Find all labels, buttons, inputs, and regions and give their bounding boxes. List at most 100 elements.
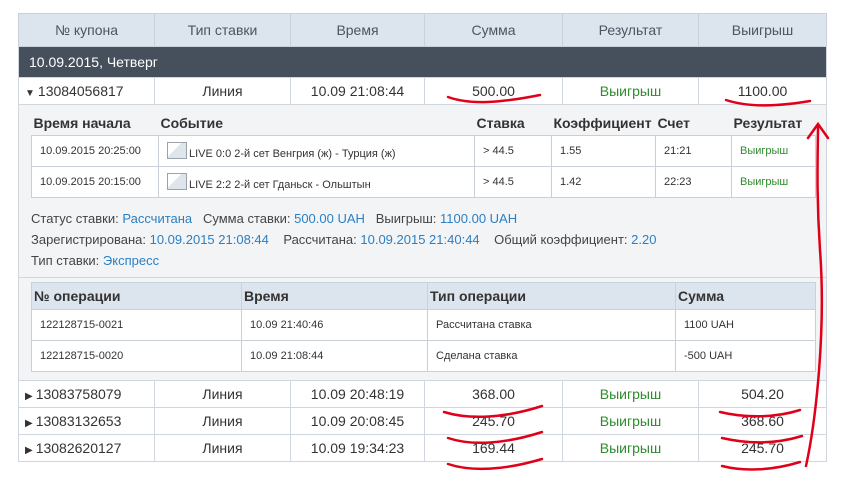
event-score: 21:21 bbox=[655, 135, 732, 167]
events-table: Время начала Событие Ставка Коэффициент … bbox=[31, 111, 816, 198]
ops-header-row: № операции Время Тип операции Сумма bbox=[31, 282, 816, 310]
date-label: 10.09.2015, Четверг bbox=[18, 46, 827, 78]
operation-id: 122128715-0020 bbox=[31, 340, 242, 372]
type-cell: Линия bbox=[154, 407, 291, 435]
coupon-detail: Время начала Событие Ставка Коэффициент … bbox=[18, 104, 827, 381]
win-cell: 368.60 bbox=[698, 407, 827, 435]
coupon-cell[interactable]: ▶ 13083132653 bbox=[18, 407, 155, 435]
ops-col-time: Время bbox=[241, 282, 428, 310]
events-col-result: Результат bbox=[733, 115, 803, 131]
table-row[interactable]: ▶ 13083758079 Линия 10.09 20:48:19 368.00… bbox=[18, 380, 827, 408]
coupon-detail-row: Время начала Событие Ставка Коэффициент … bbox=[18, 104, 827, 381]
operation-type: Сделана ставка bbox=[427, 340, 676, 372]
caret-right-icon[interactable]: ▶ bbox=[25, 418, 33, 429]
coupon-cell[interactable]: ▶ 13082620127 bbox=[18, 434, 155, 462]
calculated-value: 10.09.2015 21:40:44 bbox=[360, 232, 480, 247]
event-score: 22:23 bbox=[655, 166, 732, 198]
result-cell: Выигрыш bbox=[562, 77, 699, 105]
events-col-score: Счет bbox=[657, 115, 691, 131]
result-cell: Выигрыш bbox=[562, 434, 699, 462]
coupon-number: 13083132653 bbox=[35, 413, 122, 429]
operation-time: 10.09 21:08:44 bbox=[241, 340, 428, 372]
sum-cell: 245.70 bbox=[424, 407, 563, 435]
stake-label: Сумма ставки: bbox=[203, 211, 291, 226]
events-header-row: Время начала Событие Ставка Коэффициент … bbox=[32, 111, 816, 136]
operation-row: 122128715-0021 10.09 21:40:46 Рассчитана… bbox=[31, 309, 816, 341]
stake-value: 500.00 UAH bbox=[294, 211, 365, 226]
operation-row: 122128715-0020 10.09 21:08:44 Сделана ст… bbox=[31, 340, 816, 372]
bet-info-line-3: Тип ставки: Экспресс bbox=[31, 250, 814, 271]
status-label: Статус ставки: bbox=[31, 211, 119, 226]
sum-cell: 500.00 bbox=[424, 77, 563, 105]
time-cell: 10.09 19:34:23 bbox=[290, 434, 425, 462]
operation-sum: -500 UAH bbox=[675, 340, 816, 372]
divider bbox=[19, 277, 826, 278]
time-cell: 10.09 20:08:45 bbox=[290, 407, 425, 435]
caret-right-icon[interactable]: ▶ bbox=[25, 445, 33, 456]
calculated-label: Рассчитана: bbox=[283, 232, 357, 247]
result-cell: Выигрыш bbox=[562, 380, 699, 408]
table-row[interactable]: ▶ 13083132653 Линия 10.09 20:08:45 245.70… bbox=[18, 407, 827, 435]
events-col-event: Событие bbox=[160, 115, 224, 131]
sum-cell: 368.00 bbox=[424, 380, 563, 408]
event-stake: > 44.5 bbox=[474, 135, 552, 167]
event-result: Выигрыш bbox=[731, 166, 816, 198]
bets-table: № купона Тип ставки Время Сумма Результа… bbox=[18, 13, 827, 462]
coupon-cell[interactable]: ▼ 13084056817 bbox=[18, 77, 155, 105]
bet-info-line-1: Статус ставки: Рассчитана Сумма ставки: … bbox=[31, 208, 814, 229]
ops-col-id: № операции bbox=[31, 282, 242, 310]
date-group-row: 10.09.2015, Четверг bbox=[18, 46, 827, 78]
event-start: 10.09.2015 20:15:00 bbox=[31, 166, 159, 198]
events-col-stake: Ставка bbox=[476, 115, 525, 131]
caret-right-icon[interactable]: ▶ bbox=[25, 391, 33, 402]
ops-col-type: Тип операции bbox=[427, 282, 676, 310]
col-coupon-header[interactable]: № купона bbox=[18, 13, 155, 47]
table-row[interactable]: ▶ 13082620127 Линия 10.09 19:34:23 169.44… bbox=[18, 434, 827, 462]
total-coef-label: Общий коэффициент: bbox=[494, 232, 628, 247]
event-name-cell: LIVE 2:2 2-й сет Гданьск - Ольштын bbox=[158, 166, 475, 198]
event-name-cell: LIVE 0:0 2-й сет Венгрия (ж) - Турция (ж… bbox=[158, 135, 475, 167]
coupon-cell[interactable]: ▶ 13083758079 bbox=[18, 380, 155, 408]
time-cell: 10.09 21:08:44 bbox=[290, 77, 425, 105]
table-header-row: № купона Тип ставки Время Сумма Результа… bbox=[18, 13, 827, 47]
ops-col-sum: Сумма bbox=[675, 282, 816, 310]
event-result: Выигрыш bbox=[731, 135, 816, 167]
type-cell: Линия bbox=[154, 380, 291, 408]
type-cell: Линия bbox=[154, 434, 291, 462]
operation-sum: 1100 UAH bbox=[675, 309, 816, 341]
win-cell: 1100.00 bbox=[698, 77, 827, 105]
underline-mark bbox=[720, 460, 802, 471]
registered-value: 10.09.2015 21:08:44 bbox=[149, 232, 269, 247]
operation-type: Рассчитана ставка bbox=[427, 309, 676, 341]
event-name: LIVE 2:2 2-й сет Гданьск - Ольштын bbox=[189, 179, 371, 191]
events-col-coef: Коэффициент bbox=[553, 115, 652, 131]
col-time-header[interactable]: Время bbox=[290, 13, 425, 47]
coupon-number: 13084056817 bbox=[37, 83, 124, 99]
col-sum-header[interactable]: Сумма bbox=[424, 13, 563, 47]
type-cell: Линия bbox=[154, 77, 291, 105]
win-label: Выигрыш: bbox=[375, 211, 437, 226]
result-cell: Выигрыш bbox=[562, 407, 699, 435]
total-coef-value: 2.20 bbox=[631, 232, 657, 247]
col-result-header[interactable]: Результат bbox=[562, 13, 699, 47]
event-coef: 1.42 bbox=[551, 166, 656, 198]
col-win-header[interactable]: Выигрыш bbox=[698, 13, 827, 47]
broken-image-icon bbox=[167, 142, 187, 159]
time-cell: 10.09 20:48:19 bbox=[290, 380, 425, 408]
event-row: 10.09.2015 20:25:00 LIVE 0:0 2-й сет Вен… bbox=[31, 135, 816, 167]
event-coef: 1.55 bbox=[551, 135, 656, 167]
win-value: 1100.00 UAH bbox=[440, 211, 518, 226]
bet-info: Статус ставки: Рассчитана Сумма ставки: … bbox=[31, 208, 814, 271]
bet-info-line-2: Зарегистрирована: 10.09.2015 21:08:44 Ра… bbox=[31, 229, 814, 250]
win-cell: 504.20 bbox=[698, 380, 827, 408]
win-cell: 245.70 bbox=[698, 434, 827, 462]
table-row[interactable]: ▼ 13084056817 Линия 10.09 21:08:44 500.00… bbox=[18, 77, 827, 105]
bet-type-value: Экспресс bbox=[102, 253, 160, 268]
events-col-start: Время начала bbox=[33, 115, 131, 131]
event-name: LIVE 0:0 2-й сет Венгрия (ж) - Турция (ж… bbox=[189, 148, 396, 160]
col-type-header[interactable]: Тип ставки bbox=[154, 13, 291, 47]
event-row: 10.09.2015 20:15:00 LIVE 2:2 2-й сет Гда… bbox=[31, 166, 816, 198]
caret-down-icon[interactable]: ▼ bbox=[25, 88, 35, 99]
coupon-number: 13082620127 bbox=[35, 440, 122, 456]
event-stake: > 44.5 bbox=[474, 166, 552, 198]
